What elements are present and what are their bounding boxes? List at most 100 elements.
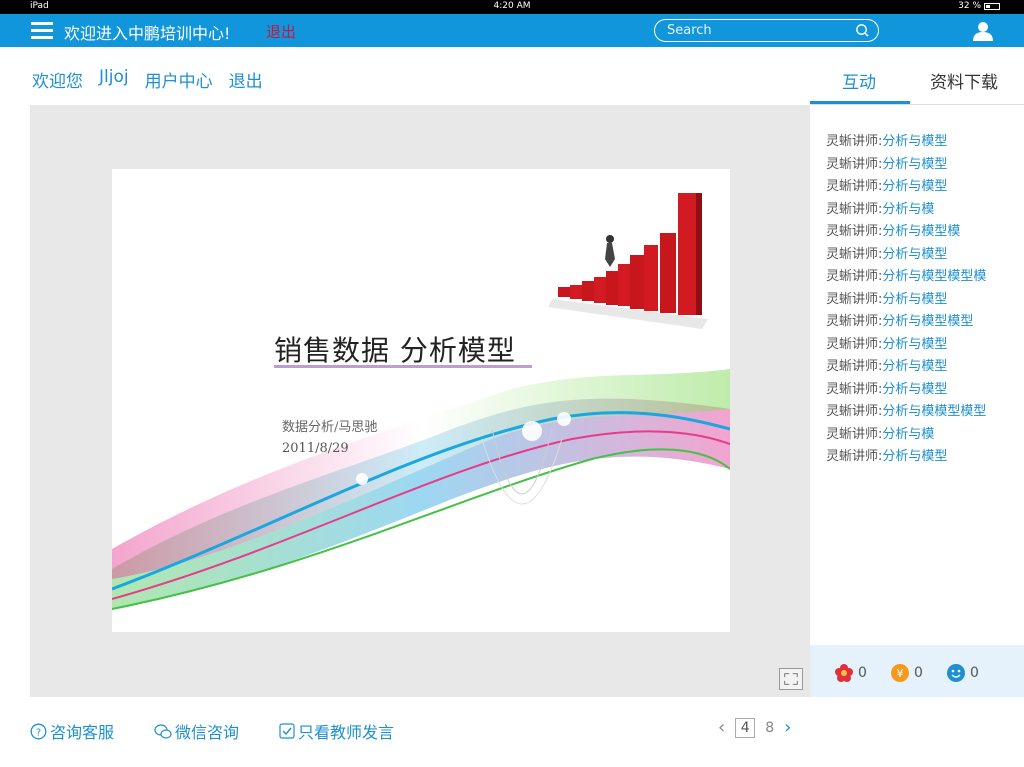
chat-speaker: 灵蜥讲师: (826, 336, 883, 352)
interaction-panel: 灵蜥讲师:分析与模型 灵蜥讲师:分析与模型 灵蜥讲师:分析与模型 灵蜥讲师:分析与模灵… (810, 105, 1024, 697)
smile-reaction[interactable]: 0 (946, 663, 979, 683)
chat-text: 分析与模型 (882, 449, 948, 464)
username-link[interactable]: Jljoj (99, 67, 129, 92)
flower-reaction[interactable]: 0 (834, 663, 867, 683)
side-tabs: 互动 资料下载 (810, 47, 1024, 105)
coin-reaction[interactable]: ¥ 0 (890, 663, 923, 683)
chat-speaker: 灵蜥讲师: (826, 381, 883, 397)
chat-speaker: 灵蜥讲师: (826, 449, 883, 464)
header-logout-link[interactable]: 退出 (266, 21, 296, 42)
chat-message: 灵蜥讲师:分析与模型 (826, 131, 986, 154)
wechat-consult-button[interactable]: 微信咨询 (154, 719, 239, 743)
chat-list: 灵蜥讲师:分析与模型 灵蜥讲师:分析与模型 灵蜥讲师:分析与模型 灵蜥讲师:分析与模灵… (826, 131, 986, 469)
top-header: 欢迎进入中鹏培训中心! 退出 (0, 14, 1024, 47)
search-input[interactable] (667, 22, 847, 39)
rising-bars-graphic (548, 193, 708, 329)
search-box[interactable] (654, 19, 879, 42)
hamburger-menu-icon[interactable] (31, 22, 53, 39)
chat-text: 分析与模 (882, 201, 935, 217)
chat-speaker: 灵蜥讲师: (826, 359, 883, 374)
chat-message: 灵蜥讲师:分析与模型 (826, 334, 986, 357)
chat-speaker: 灵蜥讲师: (826, 291, 883, 307)
slide-date: 2011/8/29 (282, 441, 349, 456)
status-bar: iPad 4:20 AM 32 % (0, 0, 1024, 14)
slide-artwork (112, 193, 730, 610)
total-pages: 8 (765, 719, 775, 736)
chat-speaker: 灵蜥讲师: (826, 134, 883, 149)
battery-percent: 32 % (958, 1, 981, 11)
chat-message: 灵蜥讲师:分析与模型模型模 (826, 266, 986, 289)
user-profile-icon[interactable] (972, 20, 994, 42)
consult-service-button[interactable]: ? 咨询客服 (30, 719, 114, 743)
chat-speaker: 灵蜥讲师: (826, 426, 883, 442)
teacher-only-label: 只看教师发言 (298, 723, 395, 742)
clock: 4:20 AM (493, 1, 531, 11)
logout-link[interactable]: 退出 (229, 67, 263, 92)
smile-icon (947, 664, 965, 682)
chat-speaker: 灵蜥讲师: (826, 224, 883, 239)
coin-count: 0 (914, 665, 923, 681)
user-center-link[interactable]: 用户中心 (145, 67, 213, 92)
wechat-label: 微信咨询 (175, 723, 240, 742)
user-nav: 欢迎您 Jljoj 用户中心 退出 (32, 67, 263, 92)
chat-text: 分析与模型 (882, 246, 948, 262)
wechat-icon (154, 723, 172, 739)
flower-icon (835, 664, 853, 682)
svg-text:¥: ¥ (897, 667, 904, 680)
chat-speaker: 灵蜥讲师: (826, 404, 883, 419)
greeting-text: 欢迎您 (32, 72, 83, 92)
search-icon[interactable] (855, 23, 870, 38)
chat-message: 灵蜥讲师:分析与模型模 (826, 221, 986, 244)
chat-message: 灵蜥讲师:分析与模 (826, 199, 986, 222)
chat-speaker: 灵蜥讲师: (826, 156, 883, 172)
chat-text: 分析与模型模 (882, 224, 961, 239)
chat-message: 灵蜥讲师:分析与模型 (826, 379, 986, 402)
chat-message: 灵蜥讲师:分析与模型 (826, 289, 986, 312)
chat-text: 分析与模型 (882, 291, 948, 307)
chat-speaker: 灵蜥讲师: (826, 201, 883, 217)
chat-text: 分析与模型模型 (882, 314, 974, 329)
tab-interact[interactable]: 互动 (842, 68, 876, 93)
slide-subtitle: 数据分析/马思驰 (282, 420, 378, 435)
chat-text: 分析与模 (882, 426, 935, 442)
chat-text: 分析与模型 (882, 156, 948, 172)
chat-message: 灵蜥讲师:分析与模模型模型 (826, 401, 986, 424)
chat-text: 分析与模型 (882, 336, 948, 352)
bottom-links: ? 咨询客服 微信咨询 只看教师发言 (30, 719, 394, 743)
chat-text: 分析与模型 (882, 359, 948, 374)
consult-label: 咨询客服 (50, 723, 115, 742)
chat-text: 分析与模模型模型 (882, 404, 987, 419)
battery-status: 32 % (958, 1, 1000, 11)
reaction-bar: 0 ¥ 0 0 (810, 645, 1024, 697)
chat-message: 灵蜥讲师:分析与模型 (826, 154, 986, 177)
chat-message: 灵蜥讲师:分析与模型 (826, 446, 986, 469)
smile-count: 0 (970, 665, 979, 681)
chat-speaker: 灵蜥讲师: (826, 179, 883, 194)
chat-message: 灵蜥讲师:分析与模型 (826, 356, 986, 379)
chat-text: 分析与模型 (882, 134, 948, 149)
nav-row: 欢迎您 Jljoj 用户中心 退出 互动 资料下载 (0, 47, 1024, 105)
next-page-icon[interactable]: › (784, 717, 791, 738)
chat-message: 灵蜥讲师:分析与模型模型 (826, 311, 986, 334)
slide-title: 销售数据 分析模型 (274, 334, 516, 367)
slide-viewer: 销售数据 分析模型 数据分析/马思驰 2011/8/29 (30, 105, 810, 697)
chat-message: 灵蜥讲师:分析与模 (826, 424, 986, 447)
chat-text: 分析与模型模型模 (882, 269, 987, 284)
slide-page: 销售数据 分析模型 数据分析/马思驰 2011/8/29 (112, 169, 730, 632)
checkbox-icon (279, 723, 295, 739)
slide-pager: ‹ 4 8 › (718, 717, 791, 738)
fullscreen-icon[interactable] (779, 668, 803, 690)
battery-icon (984, 2, 1000, 10)
svg-text:?: ? (36, 727, 41, 738)
chat-message: 灵蜥讲师:分析与模型 (826, 176, 986, 199)
tab-downloads[interactable]: 资料下载 (930, 68, 998, 93)
chat-text: 分析与模型 (882, 381, 948, 397)
current-page[interactable]: 4 (735, 717, 756, 738)
chat-speaker: 灵蜥讲师: (826, 246, 883, 262)
chat-speaker: 灵蜥讲师: (826, 314, 883, 329)
teacher-only-toggle[interactable]: 只看教师发言 (279, 719, 394, 743)
bottom-bar: ? 咨询客服 微信咨询 只看教师发言 ‹ 4 8 › (0, 697, 1024, 767)
help-icon: ? (30, 723, 47, 739)
welcome-title: 欢迎进入中鹏培训中心! (64, 24, 231, 43)
prev-page-icon[interactable]: ‹ (718, 717, 725, 738)
